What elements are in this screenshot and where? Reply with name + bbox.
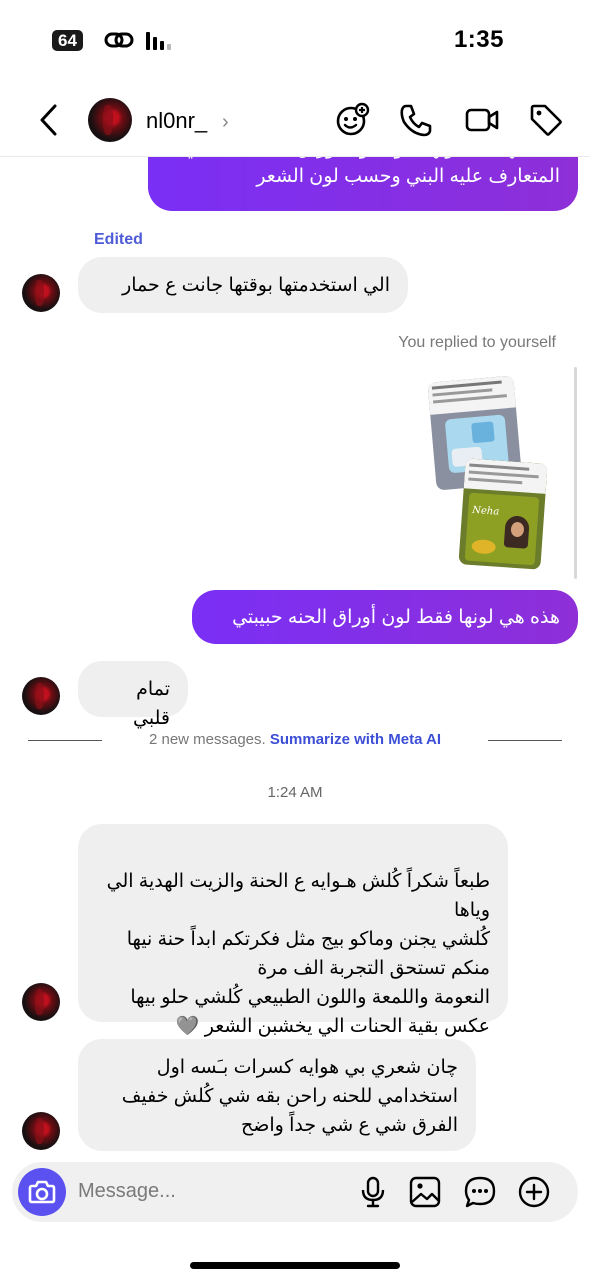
username[interactable]: nl0nr_	[146, 108, 207, 134]
status-bar: 64 1:35	[0, 0, 590, 80]
message-text: طبعاً شكراً كُلش هـوايه ع الحنة والزيت ا…	[106, 871, 490, 1037]
effects-icon[interactable]	[334, 102, 370, 138]
new-messages-divider: 2 new messages. Summarize with Meta AI	[0, 731, 590, 748]
message-input[interactable]: Message...	[78, 1180, 176, 1203]
avatar[interactable]	[22, 983, 60, 1021]
home-indicator	[190, 1262, 400, 1269]
clock: 1:35	[453, 26, 504, 53]
message-text: الي استخدمتها بوقتها جانت ع حمار	[122, 275, 390, 296]
shared-photo[interactable]: Neha	[458, 458, 548, 570]
replied-label: You replied to yourself	[398, 334, 556, 351]
outgoing-message[interactable]: هذه هي لونها فقط لون أوراق الحنه حبيبتي	[192, 590, 578, 644]
reply-bar	[574, 367, 577, 579]
outgoing-message[interactable]: حنه بيها هذه لونها يكون لون أوراق الحنه …	[148, 157, 578, 211]
avatar[interactable]	[22, 274, 60, 312]
phone-icon[interactable]	[398, 102, 434, 138]
chat-thread[interactable]: حنه بيها هذه لونها يكون لون أوراق الحنه …	[0, 157, 590, 1157]
data-badge: 64	[52, 30, 83, 51]
tag-icon[interactable]	[528, 102, 564, 138]
message-text: حنه بيها هذه لونها يكون لون أوراق الحنه …	[184, 157, 560, 187]
camera-button[interactable]	[18, 1168, 66, 1216]
back-arrow-icon[interactable]	[36, 102, 62, 138]
chat-header: nl0nr_ ›	[0, 88, 590, 152]
edited-label: Edited	[94, 231, 143, 248]
signal-icon	[146, 30, 171, 50]
video-call-icon[interactable]	[464, 102, 500, 138]
message-text: تمام قلبي	[133, 679, 170, 729]
microphone-icon[interactable]	[356, 1175, 390, 1209]
incoming-message[interactable]: طبعاً شكراً كُلش هـوايه ع الحنة والزيت ا…	[78, 824, 508, 1037]
chevron-right-icon[interactable]: ›	[222, 111, 229, 134]
plus-icon[interactable]	[517, 1175, 551, 1209]
message-text: چان شعري بي هوايه كسرات بـَسه اول استخدا…	[121, 1057, 458, 1136]
avatar[interactable]	[88, 98, 132, 142]
avatar[interactable]	[22, 1112, 60, 1150]
summarize-link[interactable]: Summarize with Meta AI	[270, 731, 441, 748]
message-text: هذه هي لونها فقط لون أوراق الحنه حبيبتي	[232, 607, 560, 628]
timestamp: 1:24 AM	[267, 784, 323, 801]
camera-icon	[28, 1180, 56, 1204]
new-messages-label: 2 new messages.	[148, 731, 266, 748]
message-composer: Message...	[12, 1162, 578, 1222]
link-icon	[104, 32, 134, 48]
gallery-icon[interactable]	[408, 1175, 442, 1209]
incoming-message[interactable]: الي استخدمتها بوقتها جانت ع حمار	[78, 257, 408, 313]
avatar[interactable]	[22, 677, 60, 715]
incoming-message[interactable]: چان شعري بي هوايه كسرات بـَسه اول استخدا…	[78, 1039, 476, 1151]
brand-label: Neha	[471, 504, 500, 518]
sticker-chat-icon[interactable]	[463, 1175, 497, 1209]
incoming-message[interactable]: تمام قلبي	[78, 661, 188, 729]
